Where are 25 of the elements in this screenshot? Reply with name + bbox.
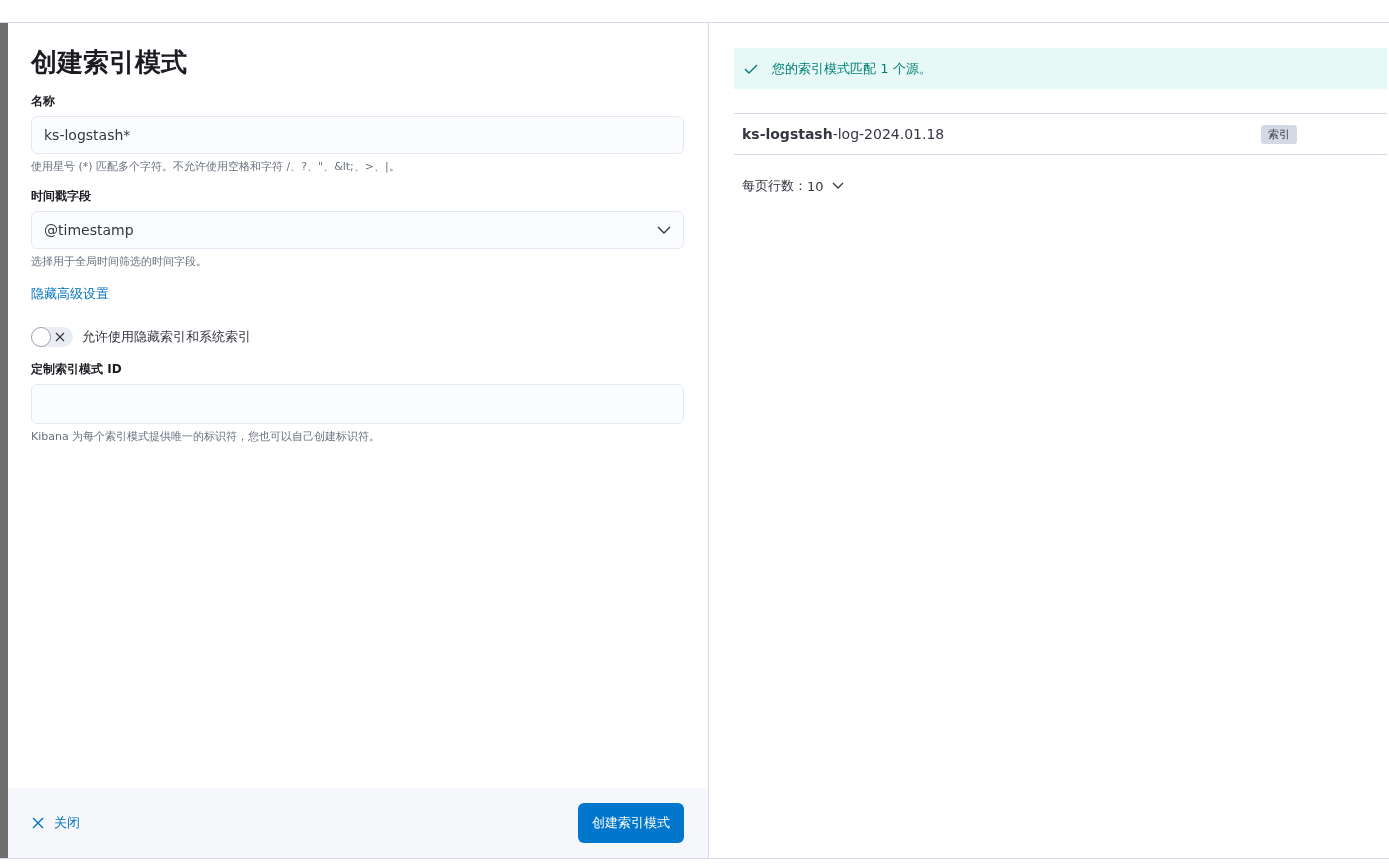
- timestamp-select[interactable]: @timestamp: [31, 211, 684, 249]
- toggle-switch[interactable]: [31, 327, 73, 347]
- chevron-down-icon: [831, 182, 844, 190]
- check-icon: [744, 63, 758, 74]
- close-icon: [32, 817, 44, 829]
- help-text: 使用星号 (*) 匹配多个字符。不允许使用空格和字符 /、?、"、&lt;、>、|。: [31, 159, 401, 174]
- hide-advanced-link[interactable]: 隐藏高级设置: [31, 285, 109, 303]
- help-text: Kibana 为每个索引模式提供唯一的标识符，您也可以自己创建标识符。: [31, 429, 382, 444]
- close-button[interactable]: 关闭: [32, 810, 80, 836]
- field-label: 定制索引模式 ID: [31, 361, 123, 378]
- index-name: ks-logstash-log-2024.01.18: [742, 126, 945, 142]
- chevron-down-icon: [657, 226, 671, 234]
- index-tag: 索引: [1261, 124, 1297, 144]
- toggle-label: 允许使用隐藏索引和系统索引: [82, 328, 251, 346]
- field-label: 名称: [31, 93, 56, 110]
- help-text: 选择用于全局时间筛选的时间字段。: [31, 254, 208, 269]
- rows-per-page-button[interactable]: 每页行数：10: [742, 177, 844, 195]
- field-label: 时间戳字段: [31, 188, 92, 205]
- field-value: ks-logstash*: [44, 127, 131, 143]
- name-input-field[interactable]: ks-logstash*: [31, 116, 684, 154]
- callout-text: 您的索引模式匹配 1 个源。: [772, 59, 932, 78]
- cross-icon: [55, 332, 65, 342]
- index-pattern-id-field[interactable]: [31, 384, 684, 424]
- create-button[interactable]: 创建索引模式: [578, 803, 684, 843]
- flyout-title: 创建索引模式: [31, 46, 188, 79]
